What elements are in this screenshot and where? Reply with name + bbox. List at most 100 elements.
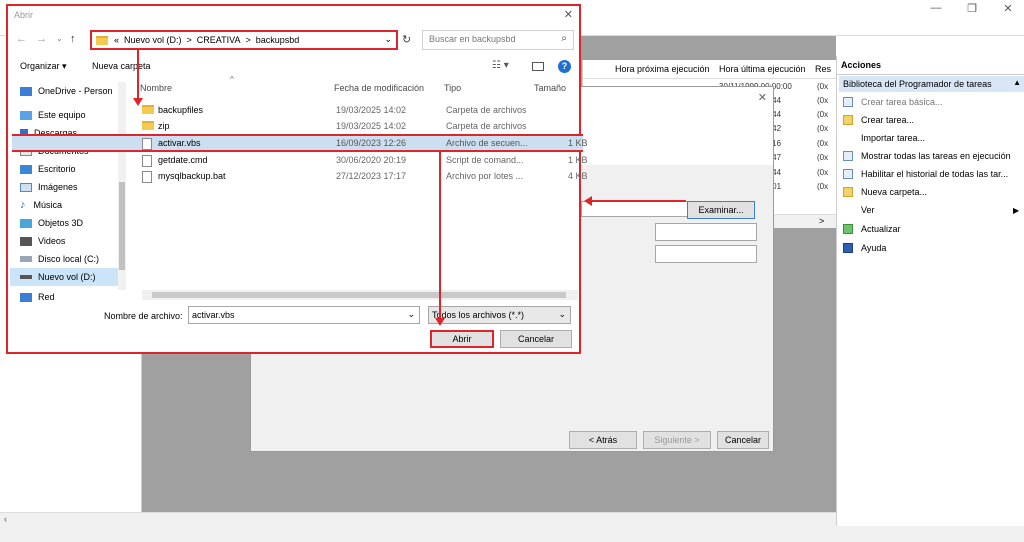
file-date: 19/03/2025 14:02	[336, 105, 407, 115]
scroll-left-icon[interactable]: ‹	[4, 514, 7, 524]
breadcrumb-creativa[interactable]: CREATIVA	[197, 35, 241, 45]
program-path-field[interactable]	[581, 201, 687, 217]
file-name: zip	[158, 121, 170, 131]
nav-label: Disco local (C:)	[38, 254, 100, 264]
list-hscrollbar[interactable]	[142, 290, 578, 300]
file-row-selected[interactable]: activar.vbs 16/09/2023 12:26 Archivo de …	[12, 134, 588, 152]
file-row[interactable]: backupfiles 19/03/2025 14:02 Carpeta de …	[138, 102, 581, 118]
preview-pane-icon[interactable]	[532, 62, 544, 71]
computer-icon	[20, 110, 32, 120]
address-dropdown-icon[interactable]: ⌄	[384, 34, 392, 45]
wizard-close-button[interactable]: ✕	[758, 91, 767, 104]
actions-library-header[interactable]: Biblioteca del Programador de tareas ▲	[839, 76, 1024, 92]
col-size[interactable]: Tamaño	[534, 83, 566, 93]
collapse-icon[interactable]: ▲	[1013, 78, 1021, 87]
breadcrumb-overflow[interactable]: «	[114, 35, 119, 45]
view-options-icon[interactable]: ☷ ▾	[492, 60, 509, 71]
nav-pictures[interactable]: Imágenes	[20, 178, 128, 196]
scroll-right-icon[interactable]: >	[819, 216, 824, 226]
file-row[interactable]: mysqlbackup.bat 27/12/2023 17:17 Archivo…	[138, 168, 588, 184]
start-in-field[interactable]	[655, 245, 757, 263]
file-name: mysqlbackup.bat	[158, 171, 226, 181]
nav-network[interactable]: Red	[20, 292, 128, 302]
refresh-icon[interactable]: ↻	[402, 33, 411, 46]
nav-scrollbar[interactable]	[118, 82, 126, 290]
back-arrow-icon[interactable]: ←	[16, 33, 27, 45]
next-button[interactable]: Siguiente >	[643, 431, 711, 449]
nav-music[interactable]: ♪ Música	[20, 196, 128, 214]
list-icon	[843, 151, 853, 161]
open-button[interactable]: Abrir	[430, 330, 494, 348]
browse-button[interactable]: Examinar...	[687, 201, 755, 219]
breadcrumb-drive[interactable]: Nuevo vol (D:)	[124, 35, 182, 45]
up-arrow-icon[interactable]: ↑	[70, 33, 76, 45]
breadcrumb-separator: >	[245, 35, 251, 45]
new-folder-button[interactable]: Nueva carpeta	[92, 61, 151, 71]
action-label: Crear tarea básica...	[861, 97, 943, 107]
nav-local-disk[interactable]: Disco local (C:)	[20, 250, 128, 268]
minimize-button[interactable]: —	[926, 2, 946, 14]
result-cell: (0x	[817, 168, 829, 177]
file-name: backupfiles	[158, 105, 204, 115]
col-last-run[interactable]: Hora última ejecución	[719, 64, 806, 74]
wizard-cancel-button[interactable]: Cancelar	[717, 431, 769, 449]
submenu-arrow-icon: ▶	[1013, 205, 1020, 215]
close-window-button[interactable]: ✕	[998, 2, 1018, 15]
file-type-filter[interactable]: Todos los archivos (*.*) ⌄	[428, 306, 571, 324]
filename-input[interactable]: activar.vbs ⌄	[188, 306, 420, 324]
col-next-run[interactable]: Hora próxima ejecución	[615, 64, 710, 74]
sort-ascending-icon: ^	[230, 75, 234, 84]
col-name[interactable]: Nombre	[140, 83, 172, 93]
help-icon[interactable]: ?	[558, 60, 571, 73]
forward-arrow-icon[interactable]: →	[36, 33, 47, 45]
nav-label: Objetos 3D	[38, 218, 84, 228]
file-row[interactable]: zip 19/03/2025 14:02 Carpeta de archivos	[138, 118, 581, 134]
address-bar[interactable]: « Nuevo vol (D:) > CREATIVA > backupsbd …	[90, 30, 398, 50]
list-scroll-thumb[interactable]	[152, 292, 566, 298]
col-type[interactable]: Tipo	[444, 83, 461, 93]
nav-onedrive[interactable]: OneDrive - Person	[20, 82, 128, 100]
file-date: 27/12/2023 17:17	[336, 171, 407, 181]
action-create-basic-task[interactable]: Crear tarea básica...	[843, 94, 1023, 110]
action-import-task[interactable]: Importar tarea...	[843, 130, 1023, 146]
annotation-arrowhead	[133, 98, 143, 106]
action-show-running[interactable]: Mostrar todas las tareas en ejecución	[843, 148, 1023, 164]
action-refresh[interactable]: Actualizar	[843, 221, 1023, 237]
maximize-button[interactable]: ❐	[962, 2, 982, 15]
desktop-icon	[20, 164, 32, 174]
nav-label: Música	[33, 200, 63, 210]
history-chevron-icon[interactable]: ⌄	[56, 34, 63, 43]
filter-dropdown-icon[interactable]: ⌄	[558, 309, 566, 320]
action-new-folder[interactable]: Nueva carpeta...	[843, 184, 1023, 200]
search-input[interactable]: Buscar en backupsbd ⌕	[422, 30, 574, 50]
image-icon	[20, 182, 32, 192]
nav-this-pc[interactable]: Este equipo	[20, 106, 128, 124]
nav-desktop[interactable]: Escritorio	[20, 160, 128, 178]
dialog-title: Abrir	[14, 10, 34, 20]
nav-new-volume[interactable]: Nuevo vol (D:)	[10, 268, 122, 286]
nav-scroll-thumb[interactable]	[119, 182, 125, 270]
organize-button[interactable]: Organizar ▾	[20, 61, 67, 72]
action-help[interactable]: Ayuda	[843, 240, 1023, 256]
folder-icon	[142, 105, 154, 114]
arguments-field[interactable]	[655, 223, 757, 241]
action-view[interactable]: Ver ▶	[843, 202, 1023, 218]
filename-dropdown-icon[interactable]: ⌄	[407, 309, 415, 320]
dialog-cancel-button[interactable]: Cancelar	[500, 330, 572, 348]
action-create-task[interactable]: Crear tarea...	[843, 112, 1023, 128]
nav-label: Escritorio	[38, 164, 76, 174]
nav-label: Nuevo vol (D:)	[38, 272, 96, 282]
breadcrumb-backupsbd[interactable]: backupsbd	[256, 35, 300, 45]
nav-3d-objects[interactable]: Objetos 3D	[20, 214, 128, 232]
status-bar	[0, 526, 1024, 542]
dialog-close-button[interactable]: ✕	[564, 8, 573, 21]
annotation-arrow	[137, 50, 139, 100]
file-row[interactable]: getdate.cmd 30/06/2020 20:19 Script de c…	[138, 152, 588, 168]
refresh-icon	[843, 224, 853, 234]
action-enable-history[interactable]: Habilitar el historial de todas las tar.…	[843, 166, 1023, 182]
result-cell: (0x	[817, 82, 829, 91]
col-date[interactable]: Fecha de modificación	[334, 83, 424, 93]
col-result[interactable]: Res	[815, 64, 831, 74]
nav-videos[interactable]: Videos	[20, 232, 128, 250]
back-button[interactable]: < Atrás	[569, 431, 637, 449]
